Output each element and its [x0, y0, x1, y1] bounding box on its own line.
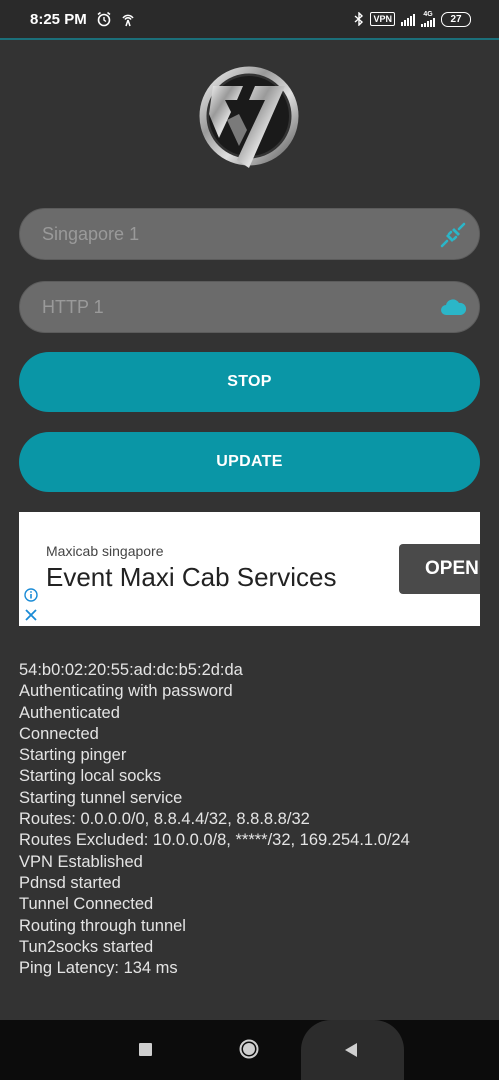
ad-headline: Event Maxi Cab Services [46, 562, 337, 592]
navigation-bar [0, 1020, 499, 1080]
server-selector[interactable]: Singapore 1 [19, 208, 480, 260]
log-line: Authenticated [19, 703, 120, 722]
hotspot-icon [122, 14, 135, 27]
home-icon[interactable] [239, 1039, 259, 1059]
sv-logo-icon [199, 66, 299, 168]
alarm-icon [97, 11, 111, 27]
network-type-label: 4G [423, 11, 433, 18]
ad-advertiser: Maxicab singapore [46, 543, 164, 559]
plug-icon [440, 222, 466, 248]
log-line: VPN Established [19, 852, 143, 871]
status-bar: 8:25 PM VPN 4G 27 [0, 0, 499, 40]
connection-log: 54:b0:02:20:55:ad:dc:b5:2d:da Authentica… [19, 660, 489, 979]
log-line: Routes Excluded: 10.0.0.0/8, *****/32, 1… [19, 831, 410, 850]
protocol-selector[interactable]: HTTP 1 [19, 281, 480, 333]
cloud-icon [441, 299, 467, 315]
bluetooth-icon [355, 12, 364, 26]
log-line: Starting tunnel service [19, 788, 183, 807]
log-line: Ping Latency: 134 ms [19, 959, 178, 978]
ad-open-button[interactable]: OPEN [399, 544, 480, 594]
log-line: Starting pinger [19, 746, 127, 765]
protocol-selector-value: HTTP 1 [42, 297, 104, 317]
stop-button[interactable]: STOP [19, 352, 480, 412]
info-icon[interactable] [24, 588, 38, 602]
recents-icon[interactable] [139, 1043, 152, 1056]
ad-banner[interactable]: Maxicab singapore Event Maxi Cab Service… [19, 512, 480, 626]
log-line: Authenticating with password [19, 682, 233, 701]
log-line: Tun2socks started [19, 937, 154, 956]
log-line: Tunnel Connected [19, 895, 154, 914]
vpn-icon: VPN [370, 12, 395, 26]
server-selector-value: Singapore 1 [42, 224, 140, 244]
update-button[interactable]: UPDATE [19, 432, 480, 492]
status-right-icons: VPN 4G 27 [354, 11, 471, 27]
signal-icon [401, 13, 415, 26]
status-time: 8:25 PM [30, 11, 87, 28]
log-line: Connected [19, 724, 99, 743]
status-left-icons [96, 10, 136, 28]
log-line: Starting local socks [19, 767, 162, 786]
close-icon[interactable] [24, 608, 38, 622]
back-icon[interactable] [343, 1041, 359, 1059]
battery-icon: 27 [441, 11, 471, 27]
log-line: Routes: 0.0.0.0/0, 8.8.4.4/32, 8.8.8.8/3… [19, 810, 310, 829]
log-line: Routing through tunnel [19, 916, 186, 935]
signal-4g-icon: 4G [421, 11, 435, 27]
log-line: 54:b0:02:20:55:ad:dc:b5:2d:da [19, 661, 243, 679]
log-line: Pdnsd started [19, 873, 121, 892]
